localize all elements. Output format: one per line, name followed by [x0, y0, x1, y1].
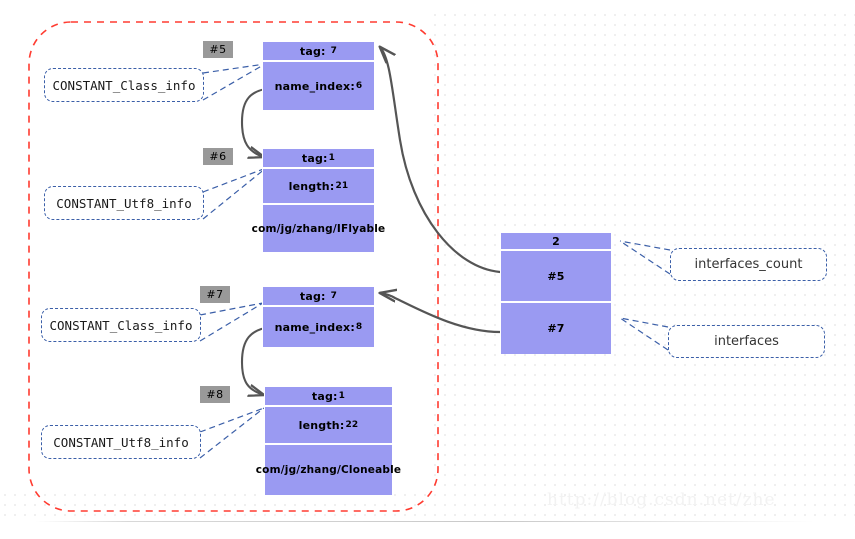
cell-entry-5-tag: tag: 7: [263, 42, 374, 62]
badge-entry-6: #6: [203, 148, 233, 165]
cell-label: tag:: [301, 151, 328, 165]
badge-entry-7: #7: [200, 286, 230, 303]
badge-entry-8: #8: [200, 386, 230, 403]
background-plain-bottom: [0, 516, 855, 539]
watermark: http://blog.csdn.net/zhe: [547, 490, 776, 510]
callout-entry-6: CONSTANT_Utf8_info: [44, 186, 204, 220]
background-plain-top: [0, 0, 855, 14]
leader-interfaces-count-b: [619, 240, 671, 275]
diagram-canvas: #5 tag: 7 name_index: 6 CONSTANT_Class_i…: [0, 0, 855, 539]
cell-value: 7: [330, 46, 338, 56]
cell-value: 8: [355, 322, 363, 332]
cell-value: 1: [338, 391, 346, 401]
cell-label: length:: [288, 179, 335, 193]
cell-value: 6: [355, 81, 363, 91]
cell-label: tag:: [311, 389, 338, 403]
cpbox-entry-5: tag: 7 name_index: 6: [262, 41, 375, 111]
cell-value: 7: [330, 291, 338, 301]
cell-entry-5-name-index: name_index: 6: [263, 62, 374, 110]
leader-interfaces-a: [619, 317, 669, 328]
leader-interfaces-b: [619, 317, 669, 351]
cell-entry-6-bytes: com/jg/zhang/IFlyable: [252, 205, 385, 252]
bottom-divider: [35, 521, 815, 522]
callout-interfaces-count: interfaces_count: [670, 248, 827, 281]
cell-label: name_index:: [274, 79, 355, 93]
cpbox-entry-7: tag: 7 name_index: 8: [262, 286, 375, 348]
cell-label: name_index:: [274, 320, 355, 334]
callout-entry-5: CONSTANT_Class_info: [44, 68, 204, 102]
callout-interfaces: interfaces: [668, 325, 825, 358]
cell-entry-7-tag: tag: 7: [263, 287, 374, 307]
cell-entry-8-tag: tag: 1: [265, 387, 392, 407]
cell-label: length:: [298, 418, 345, 432]
cell-value: 21: [335, 181, 349, 191]
cell-label: tag:: [299, 289, 326, 303]
cell-label: tag:: [299, 44, 326, 58]
cell-entry-7-name-index: name_index: 8: [263, 307, 374, 347]
cpbox-entry-8: tag: 1 length: 22 com/jg/zhang/Cloneable: [256, 386, 401, 496]
callout-entry-8: CONSTANT_Utf8_info: [41, 425, 201, 459]
cell-entry-6-length: length: 21: [263, 169, 374, 205]
cell-interfaces-ref-1: #7: [501, 303, 611, 354]
leader-interfaces-count-a: [619, 240, 671, 251]
cell-entry-8-bytes: com/jg/zhang/Cloneable: [256, 445, 401, 495]
badge-entry-5: #5: [203, 41, 233, 58]
cell-interfaces-ref-0: #5: [501, 251, 611, 303]
callout-entry-7: CONSTANT_Class_info: [41, 308, 201, 342]
cell-entry-8-length: length: 22: [265, 407, 392, 445]
cpbox-entry-6: tag: 1 length: 21 com/jg/zhang/IFlyable: [252, 148, 385, 253]
cell-entry-6-tag: tag: 1: [263, 149, 374, 169]
cell-value: 1: [328, 153, 336, 163]
cell-interfaces-count: 2: [501, 233, 611, 251]
cell-value: 22: [345, 420, 359, 430]
cpbox-interfaces: 2 #5 #7: [500, 232, 612, 354]
